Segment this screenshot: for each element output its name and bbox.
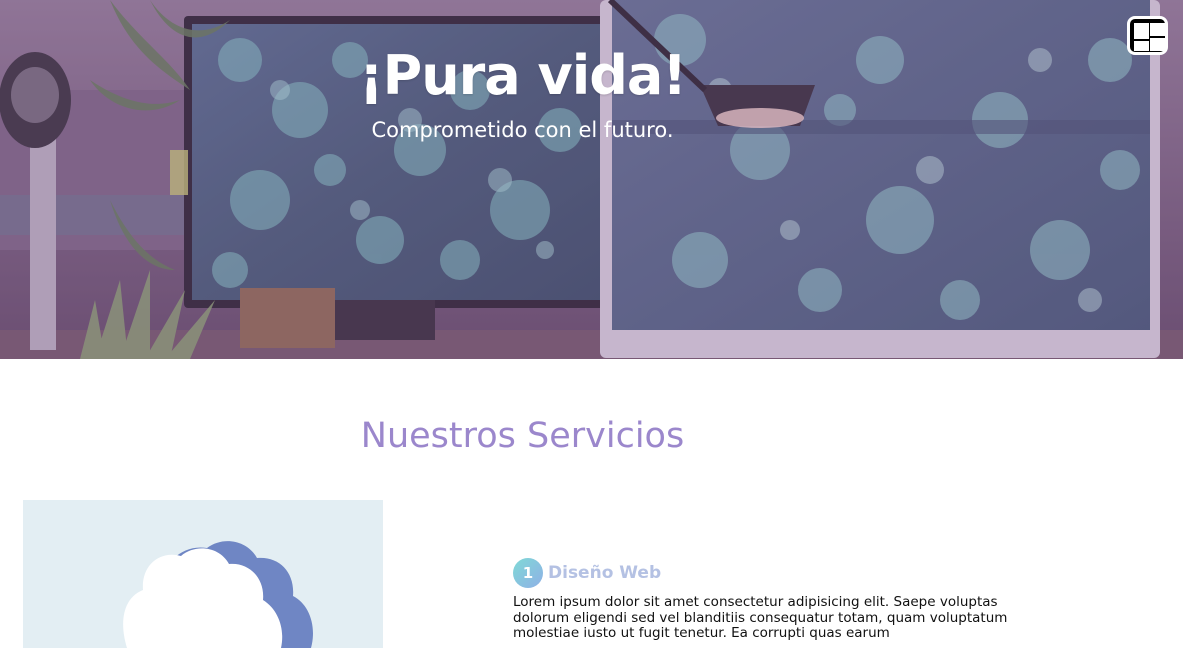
services-heading: Nuestros Servicios	[360, 416, 685, 456]
grid-menu-button[interactable]	[1127, 16, 1168, 55]
service-description: Lorem ipsum dolor sit amet consectetur a…	[513, 594, 1008, 642]
service-illustration	[23, 500, 383, 648]
service-item-header: 1 Diseño Web	[513, 558, 661, 588]
cloud-icon	[123, 541, 313, 648]
hero-title: ¡Pura vida!	[359, 44, 687, 107]
service-title: Diseño Web	[548, 563, 662, 583]
hero-subtitle: Comprometido con el futuro.	[371, 118, 674, 142]
service-number-badge: 1	[513, 558, 543, 588]
hero-banner: ¡Pura vida! Comprometido con el futuro.	[0, 0, 1183, 359]
